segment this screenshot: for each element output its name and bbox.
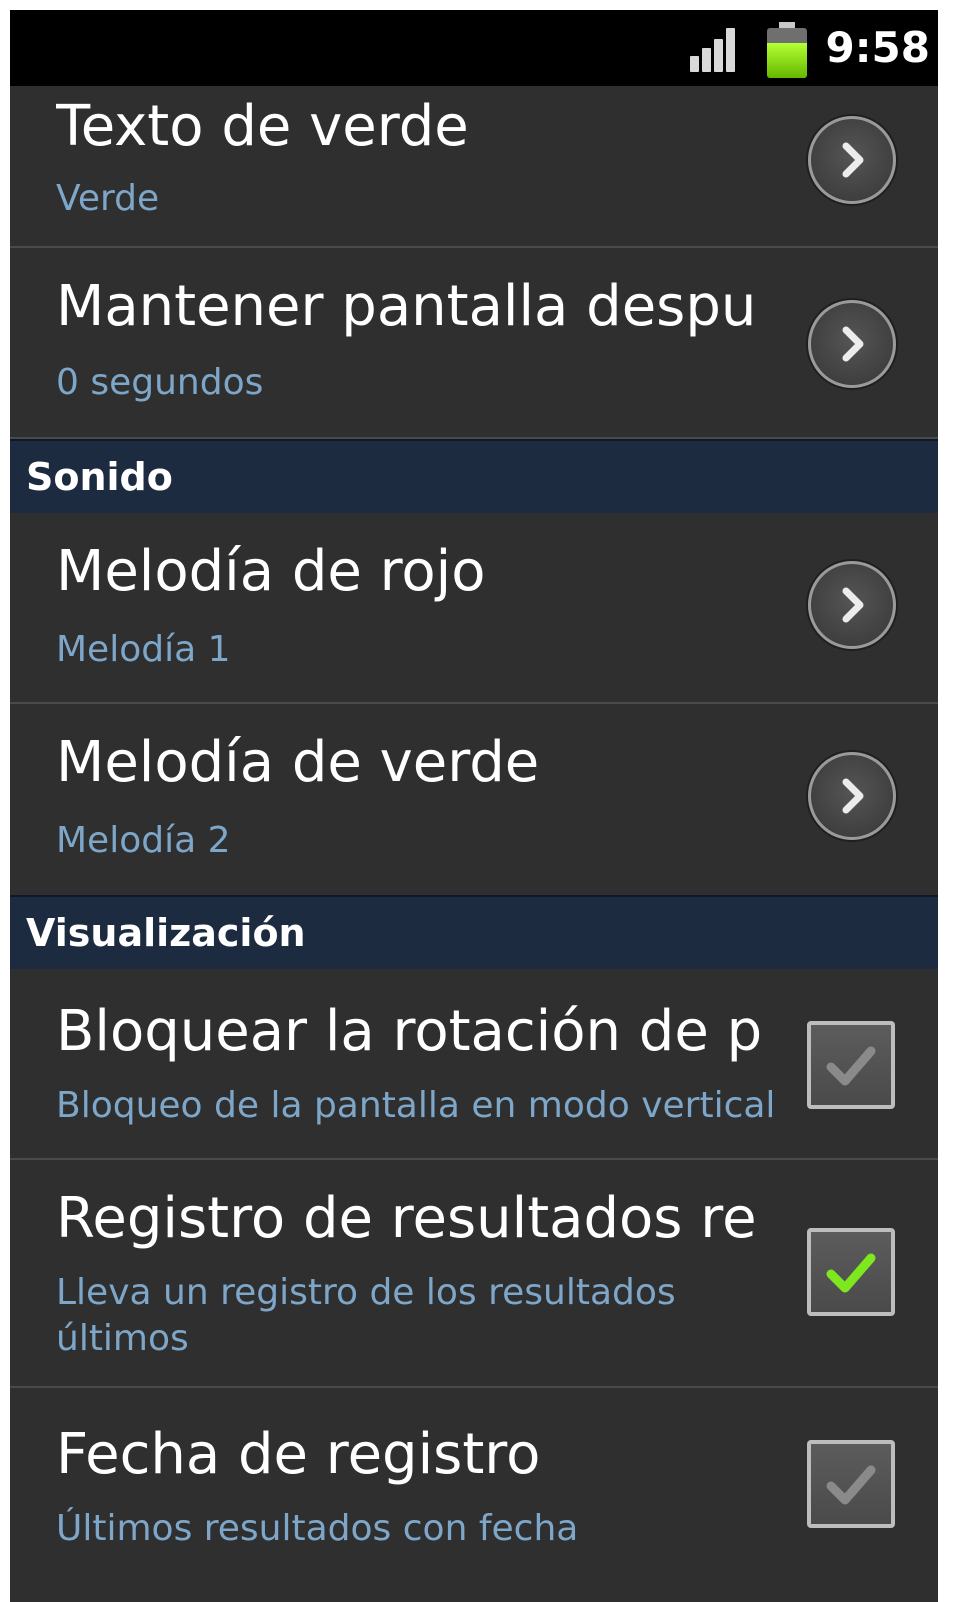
pref-green-melody[interactable]: Melodía de verde Melodía 2 xyxy=(10,704,938,895)
section-label: Visualización xyxy=(26,911,306,955)
signal-icon xyxy=(690,28,740,72)
chevron-icon[interactable] xyxy=(808,752,896,840)
pref-summary: 0 segundos xyxy=(56,362,264,403)
chevron-icon[interactable] xyxy=(808,561,896,649)
pref-keep-screen[interactable]: Mantener pantalla despu 0 segundos xyxy=(10,248,938,439)
status-bar: 9:58 xyxy=(10,10,938,86)
settings-screen: 9:58 Texto de verde Verde Mantener panta… xyxy=(10,10,938,1602)
chevron-icon[interactable] xyxy=(808,300,896,388)
pref-summary: Verde xyxy=(56,178,160,219)
pref-title: Melodía de rojo xyxy=(56,539,486,604)
checkbox[interactable] xyxy=(807,1440,895,1528)
pref-summary: Melodía 1 xyxy=(56,629,231,670)
pref-red-melody[interactable]: Melodía de rojo Melodía 1 xyxy=(10,513,938,704)
pref-lock-rotation[interactable]: Bloquear la rotación de p Bloqueo de la … xyxy=(10,969,938,1160)
pref-title: Registro de resultados re xyxy=(56,1186,757,1251)
checkbox[interactable] xyxy=(807,1021,895,1109)
pref-green-text[interactable]: Texto de verde Verde xyxy=(10,86,938,248)
clock: 9:58 xyxy=(825,23,930,72)
section-label: Sonido xyxy=(26,455,173,499)
pref-title: Texto de verde xyxy=(56,94,469,159)
pref-summary: Melodía 2 xyxy=(56,820,231,861)
section-header-display: Visualización xyxy=(10,895,938,969)
pref-title: Mantener pantalla despu xyxy=(56,274,757,339)
checkbox[interactable] xyxy=(807,1228,895,1316)
pref-log-date[interactable]: Fecha de registro Últimos resultados con… xyxy=(10,1388,938,1579)
chevron-icon[interactable] xyxy=(808,116,896,204)
preference-list[interactable]: Texto de verde Verde Mantener pantalla d… xyxy=(10,86,938,1579)
battery-icon xyxy=(767,22,807,78)
pref-summary: Lleva un registro de los resultados últi… xyxy=(56,1272,676,1359)
pref-summary: Últimos resultados con fecha xyxy=(56,1508,579,1549)
pref-results-log[interactable]: Registro de resultados re Lleva un regis… xyxy=(10,1160,938,1388)
pref-title: Melodía de verde xyxy=(56,730,540,795)
pref-summary: Bloqueo de la pantalla en modo vertical xyxy=(56,1085,776,1126)
section-header-sound: Sonido xyxy=(10,439,938,513)
pref-title: Fecha de registro xyxy=(56,1422,541,1487)
pref-title: Bloquear la rotación de p xyxy=(56,999,763,1064)
